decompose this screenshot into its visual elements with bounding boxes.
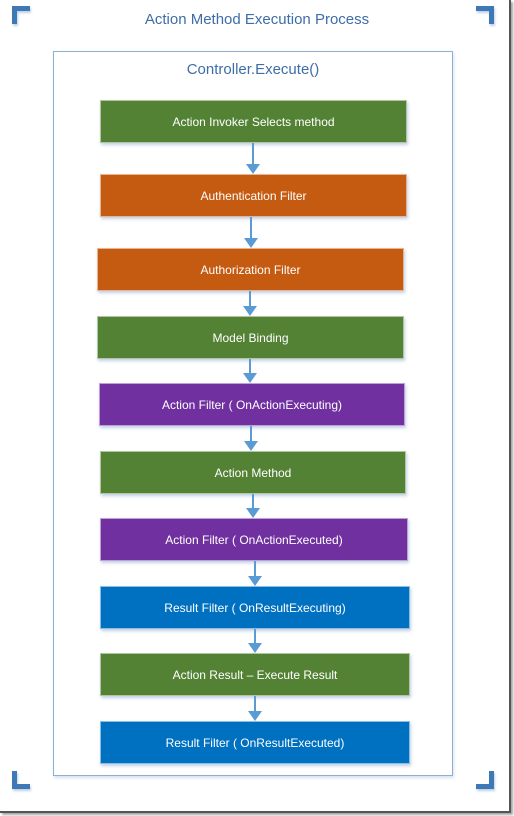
flow-step: Action Filter ( OnActionExecuting) — [99, 383, 405, 426]
flow-step-label: Action Filter ( OnActionExecuting) — [161, 397, 343, 412]
controller-execute-label: Controller.Execute() — [186, 61, 320, 78]
flow-step-label: Authentication Filter — [200, 188, 307, 203]
flow-step-label: Action Filter ( OnActionExecuted) — [165, 532, 343, 547]
corner-bracket-bottom-right-icon — [476, 771, 494, 789]
flow-arrow-icon — [248, 629, 262, 653]
flow-arrow-icon — [244, 426, 258, 451]
flow-step-label: Action Method — [214, 465, 292, 480]
flow-step-label: Action Result – Execute Result — [172, 667, 338, 682]
flow-arrow-icon — [246, 494, 260, 518]
diagram-title: Action Method Execution Process — [144, 11, 370, 28]
flow-arrow-icon — [248, 696, 262, 721]
flow-step-label: Model Binding — [212, 330, 289, 345]
flow-step-label: Result Filter ( OnResultExecuted) — [165, 735, 345, 750]
flow-step: Result Filter ( OnResultExecuted) — [100, 721, 410, 764]
corner-bracket-bottom-left-icon — [12, 771, 30, 789]
flow-arrow-icon — [243, 291, 257, 316]
flow-step: Action Invoker Selects method — [100, 100, 407, 143]
flow-step: Result Filter ( OnResultExecuting) — [100, 586, 410, 629]
flow-step: Action Method — [100, 451, 406, 494]
flow-step: Action Result – Execute Result — [100, 653, 410, 696]
flow-step: Model Binding — [97, 316, 404, 359]
flow-step-label: Authorization Filter — [200, 262, 301, 277]
flow-arrow-icon — [248, 561, 262, 586]
diagram-page: Action Method Execution Process Controll… — [0, 0, 511, 813]
flow-arrow-icon — [243, 359, 257, 383]
flow-step: Authorization Filter — [97, 248, 404, 291]
flow-step-label: Action Invoker Selects method — [172, 114, 335, 129]
flow-step: Action Filter ( OnActionExecuted) — [100, 518, 408, 561]
flow-step-label: Result Filter ( OnResultExecuting) — [164, 600, 346, 615]
flow-arrow-icon — [244, 217, 258, 248]
flow-arrow-icon — [246, 143, 260, 174]
flow-step: Authentication Filter — [100, 174, 407, 217]
